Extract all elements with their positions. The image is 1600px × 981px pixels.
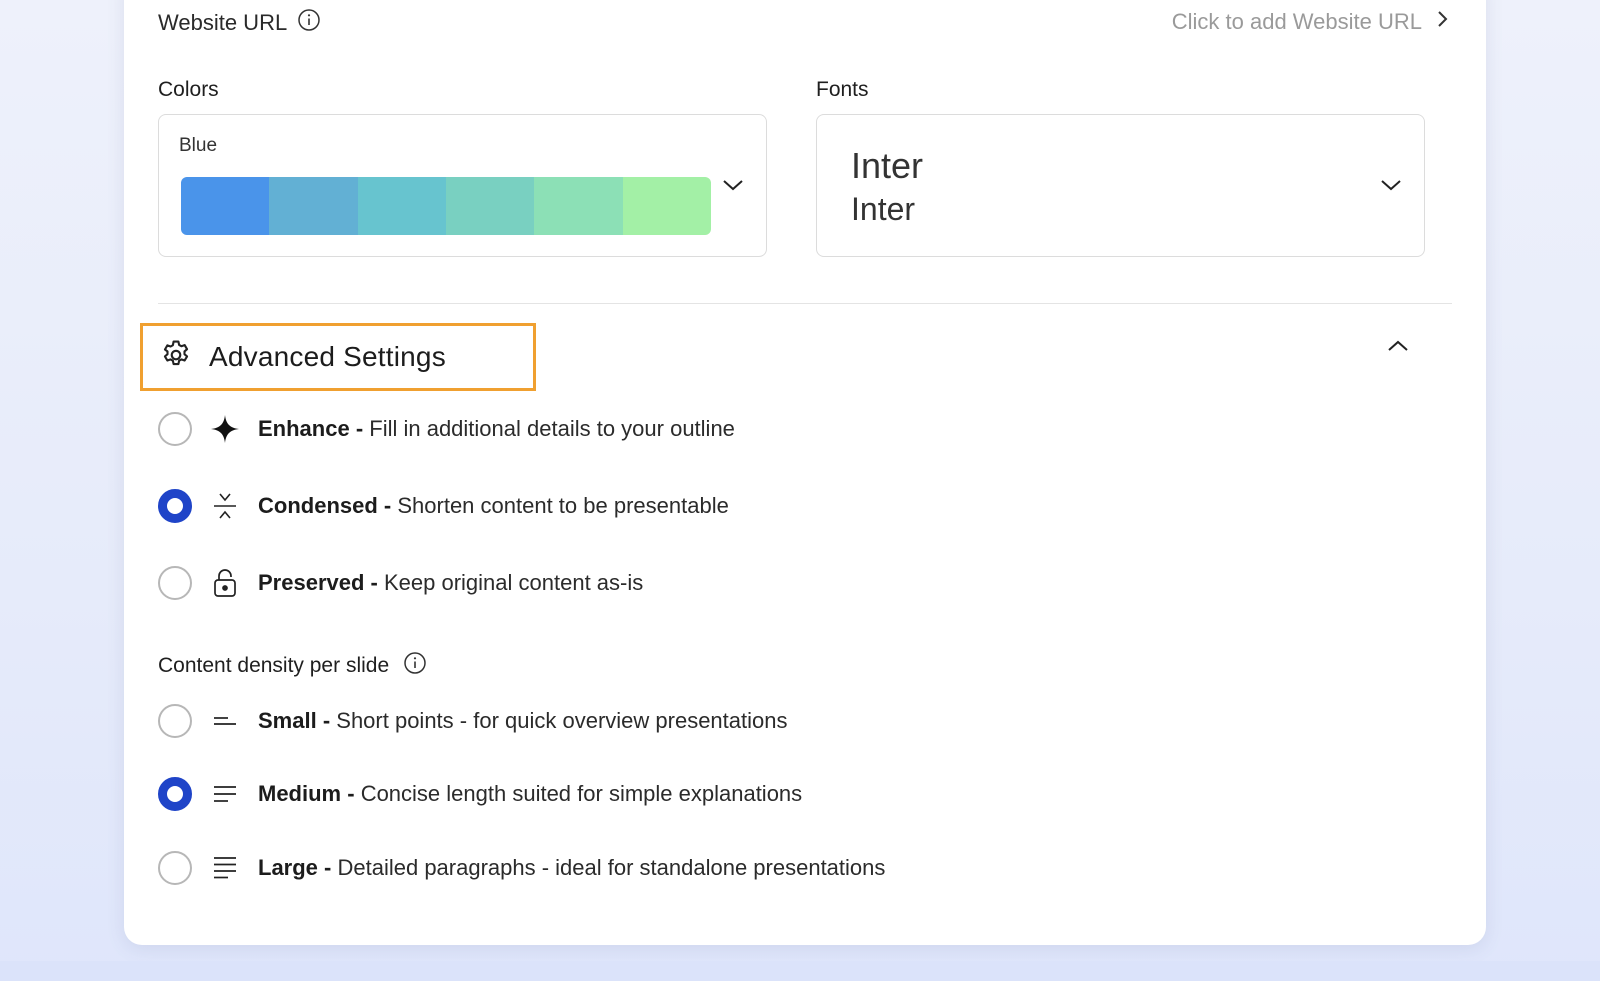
- color-swatch: [622, 177, 711, 235]
- radio-button-selected[interactable]: [158, 489, 192, 523]
- density-medium[interactable]: Medium - Concise length suited for simpl…: [158, 777, 802, 811]
- sparkle-icon: [208, 412, 242, 446]
- color-palette-swatches: [181, 177, 711, 235]
- color-swatch: [181, 177, 270, 235]
- colors-label: Colors: [158, 78, 219, 101]
- fonts-label: Fonts: [816, 78, 869, 101]
- option-enhance[interactable]: Enhance - Fill in additional details to …: [158, 412, 735, 446]
- website-url-label: Website URL: [158, 8, 321, 38]
- info-icon[interactable]: [297, 8, 321, 38]
- add-website-url-text: Click to add Website URL: [1171, 9, 1422, 34]
- option-label: Preserved - Keep original content as-is: [258, 570, 644, 595]
- option-preserved[interactable]: Preserved - Keep original content as-is: [158, 566, 643, 600]
- long-lines-icon: [208, 851, 242, 885]
- chevron-down-icon: [721, 177, 745, 198]
- website-url-label-text: Website URL: [158, 10, 288, 35]
- chevron-right-icon: [1436, 8, 1450, 36]
- density-large[interactable]: Large - Detailed paragraphs - ideal for …: [158, 851, 885, 885]
- section-divider: [158, 303, 1452, 304]
- radio-button[interactable]: [158, 412, 192, 446]
- font-select[interactable]: Inter Inter: [816, 114, 1425, 257]
- color-swatch: [357, 177, 446, 235]
- option-condensed[interactable]: Condensed - Shorten content to be presen…: [158, 489, 729, 523]
- option-label: Medium - Concise length suited for simpl…: [258, 781, 803, 806]
- radio-button[interactable]: [158, 566, 192, 600]
- option-label: Large - Detailed paragraphs - ideal for …: [258, 855, 886, 880]
- option-label: Enhance - Fill in additional details to …: [258, 416, 735, 441]
- settings-card: Website URL Click to add Website URL Col…: [124, 0, 1486, 945]
- color-swatch: [534, 177, 623, 235]
- short-lines-icon: [208, 704, 242, 738]
- info-icon[interactable]: [403, 651, 427, 681]
- condense-icon: [208, 489, 242, 523]
- page-bottom-strip: [0, 961, 1600, 981]
- chevron-up-icon[interactable]: [1386, 338, 1410, 359]
- body-font-name: Inter: [851, 191, 916, 227]
- color-swatch: [445, 177, 535, 235]
- lock-icon: [208, 566, 242, 600]
- option-label: Small - Short points - for quick overvie…: [258, 708, 788, 733]
- content-density-label: Content density per slide: [158, 651, 427, 681]
- gear-icon: [159, 338, 193, 377]
- heading-font-name: Inter: [851, 145, 924, 186]
- medium-lines-icon: [208, 777, 242, 811]
- radio-button[interactable]: [158, 851, 192, 885]
- content-density-label-text: Content density per slide: [158, 654, 390, 677]
- chevron-down-icon: [1379, 177, 1403, 198]
- radio-button[interactable]: [158, 704, 192, 738]
- color-palette-select[interactable]: Blue: [158, 114, 767, 257]
- radio-button-selected[interactable]: [158, 777, 192, 811]
- advanced-settings-title: Advanced Settings: [209, 341, 446, 372]
- density-small[interactable]: Small - Short points - for quick overvie…: [158, 704, 787, 738]
- advanced-settings-toggle[interactable]: Advanced Settings: [140, 323, 536, 391]
- option-label: Condensed - Shorten content to be presen…: [258, 493, 729, 518]
- color-swatch: [269, 177, 358, 235]
- palette-name: Blue: [179, 135, 218, 156]
- add-website-url-button[interactable]: Click to add Website URL: [1172, 8, 1450, 36]
